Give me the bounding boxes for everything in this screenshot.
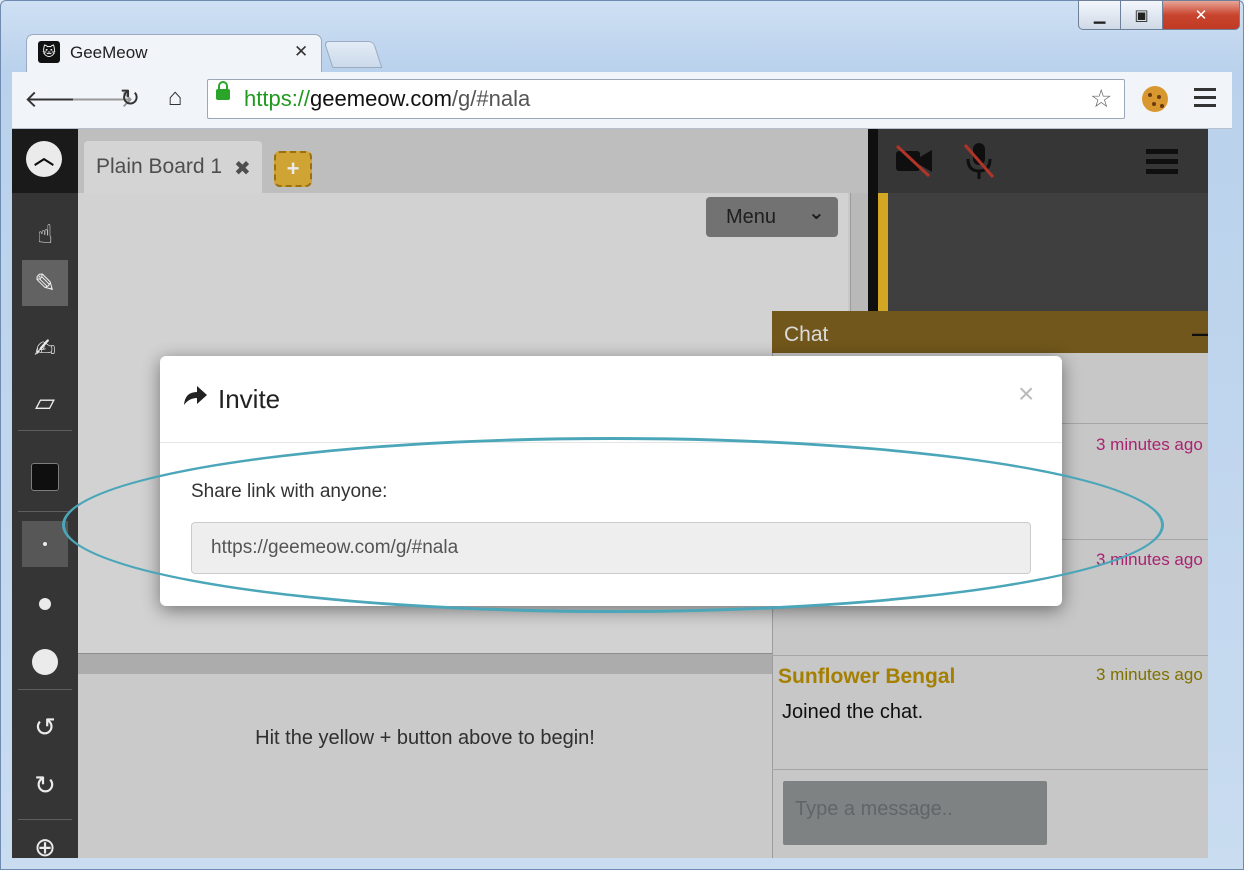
maximize-button[interactable]: ▣ [1120,0,1163,30]
url-path: /g/#nala [451,86,531,111]
share-link-input[interactable]: https://geemeow.com/g/#nala [191,522,1031,574]
lock-icon [216,81,230,100]
tab-close-button[interactable]: ✕ [294,42,308,62]
url-scheme: https:// [244,86,311,111]
geemeow-logo-icon: 🐱 [38,41,60,63]
modal-close-button[interactable]: × [1018,378,1034,410]
minimize-icon: ▁ [1093,7,1106,24]
url-text[interactable]: https://geemeow.com/g/#nala [244,86,530,112]
forward-button[interactable]: 🡒 [70,84,134,114]
close-window-button[interactable]: ✕ [1162,0,1240,30]
reload-icon: ↻ [119,85,141,112]
browser-menu-icon[interactable] [1194,88,1216,112]
cookie-extension-icon[interactable] [1142,86,1168,112]
maximize-icon: ▣ [1134,7,1149,24]
reload-button[interactable]: ↻ [115,84,145,113]
url-host: geemeow.com [310,86,452,111]
back-button[interactable]: 🡐 [24,84,88,114]
home-button[interactable]: ⌂ [160,84,190,112]
modal-title: Invite [218,384,281,414]
close-icon: ✕ [1194,7,1208,24]
bookmark-star-icon[interactable]: ☆ [1090,84,1112,114]
minimize-button[interactable]: ▁ [1078,0,1121,30]
home-icon: ⌂ [167,84,183,111]
share-link-label: Share link with anyone: [191,481,388,502]
modal-divider [160,442,1062,443]
tab-title: GeeMeow [70,43,148,62]
new-tab-button[interactable] [323,41,383,68]
share-arrow-icon [182,383,208,414]
